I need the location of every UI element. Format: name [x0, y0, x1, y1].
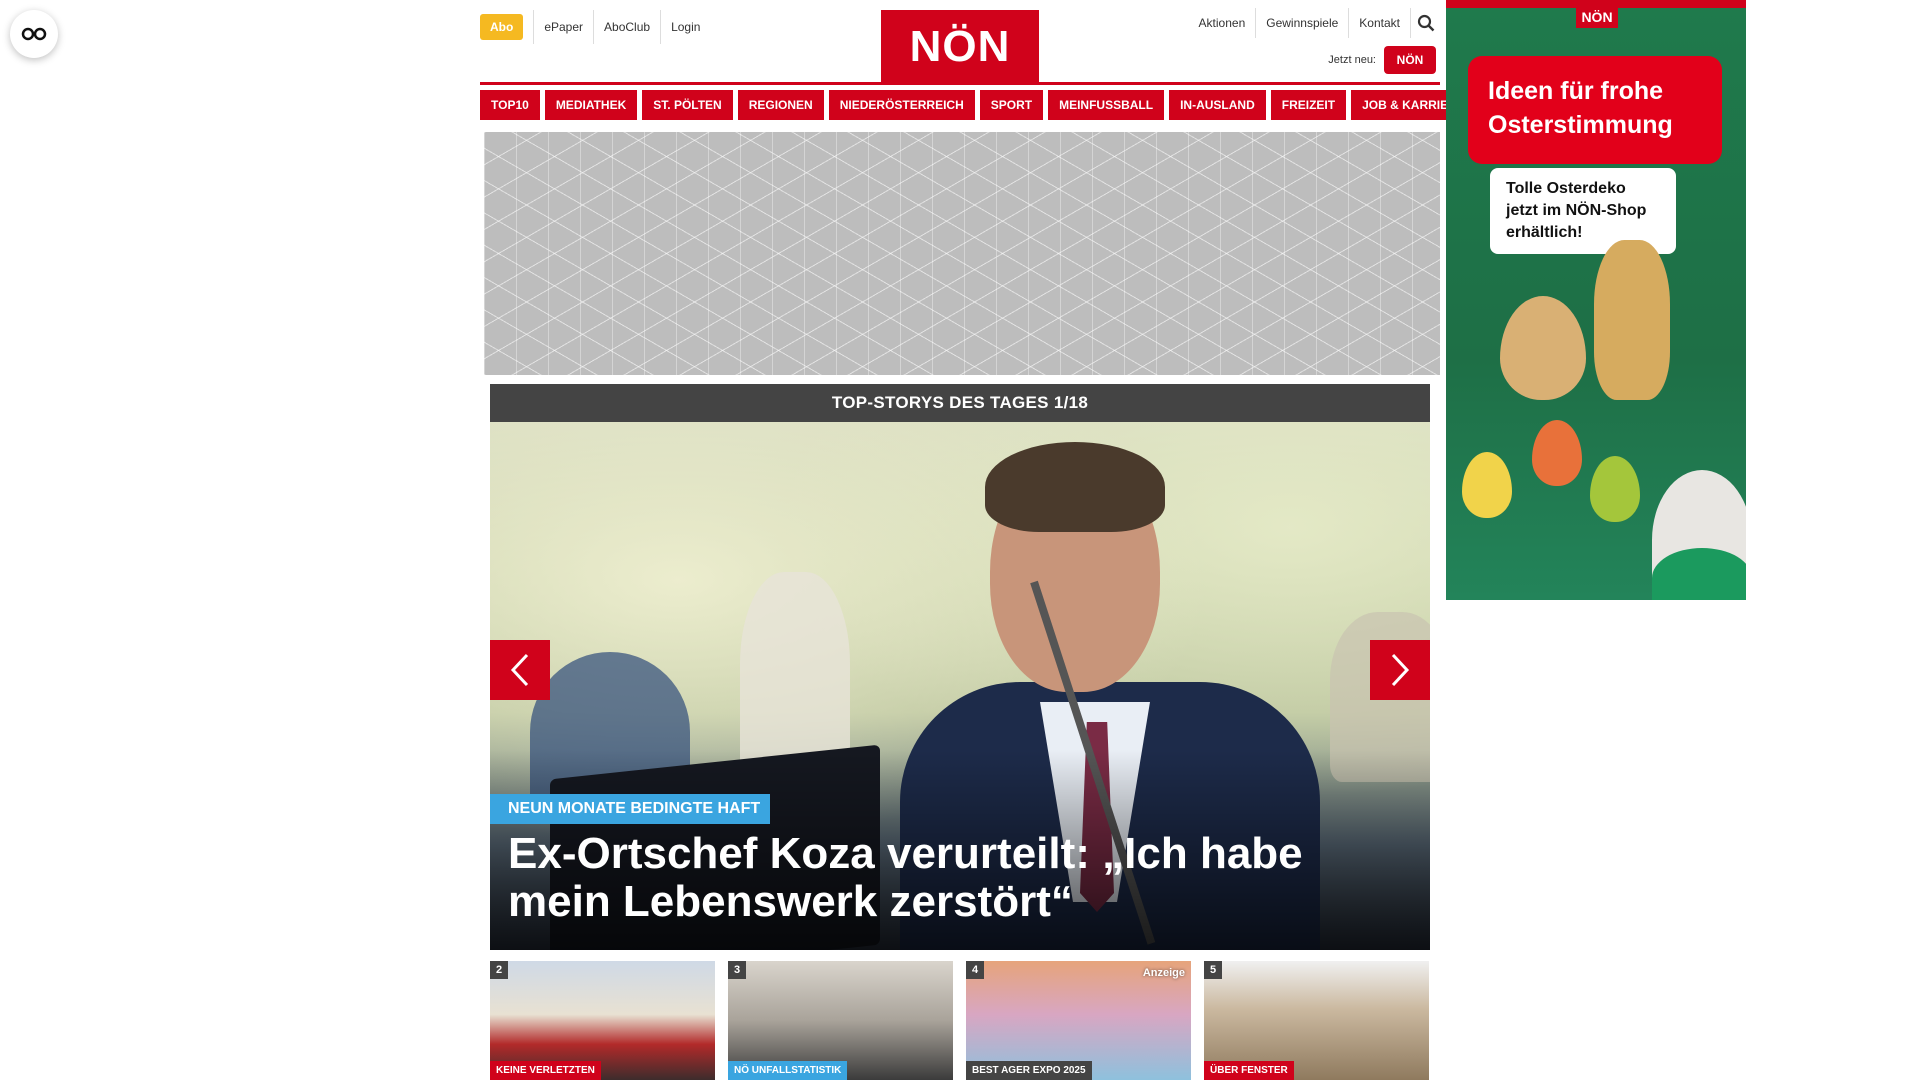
- abo-button[interactable]: Abo: [480, 14, 524, 40]
- story-thumb[interactable]: 5 ÜBER FENSTER: [1204, 961, 1429, 1080]
- nav-item-in-ausland[interactable]: IN-AUSLAND: [1169, 90, 1266, 120]
- main-nav: TOP10 MEDIATHEK ST. PÖLTEN REGIONEN NIED…: [480, 90, 1476, 120]
- story-number: 4: [966, 961, 984, 979]
- jetzt-neu: Jetzt neu: NÖN: [1328, 46, 1436, 74]
- epaper-link[interactable]: ePaper: [533, 10, 593, 44]
- jetzt-neu-label: Jetzt neu:: [1328, 54, 1376, 66]
- aktionen-link[interactable]: Aktionen: [1189, 8, 1256, 38]
- top-story-image[interactable]: NEUN MONATE BEDINGTE HAFT Ex-Ortschef Ko…: [490, 422, 1430, 950]
- ad-banner-placeholder[interactable]: [484, 132, 1440, 375]
- easter-egg-decoration: [1500, 296, 1586, 400]
- rabbit-pot: [1652, 548, 1746, 600]
- gewinnspiele-link[interactable]: Gewinnspiele: [1255, 8, 1348, 38]
- kids-logo[interactable]: NÖN: [1384, 46, 1436, 74]
- story-thumb[interactable]: 3 NÖ UNFALLSTATISTIK: [728, 961, 953, 1080]
- ad-subline: Tolle Osterdeko jetzt im NÖN-Shop erhält…: [1490, 168, 1676, 254]
- story-tag: ÜBER FENSTER: [1204, 1061, 1294, 1080]
- header: Abo ePaper AboClub Login NÖN Aktionen Ge…: [480, 0, 1440, 84]
- story-thumb[interactable]: 4 Anzeige BEST AGER EXPO 2025: [966, 961, 1191, 1080]
- nav-item-sport[interactable]: SPORT: [979, 90, 1044, 120]
- story-number: 3: [728, 961, 746, 979]
- nav-item-meinfussball[interactable]: MEINFUSSBALL: [1048, 90, 1165, 120]
- login-link[interactable]: Login: [660, 10, 710, 44]
- glasses-icon: [21, 27, 47, 41]
- top-stories-slider: TOP-STORYS DES TAGES 1/18 NEUN MONATE BE…: [490, 384, 1430, 950]
- ad-label: Anzeige: [1142, 967, 1185, 979]
- easter-egg-decoration: [1590, 456, 1640, 522]
- search-icon[interactable]: [1410, 8, 1440, 38]
- bunny-decoration: [1594, 240, 1670, 400]
- nav-item-freizeit[interactable]: FREIZEIT: [1270, 90, 1347, 120]
- page: Abo ePaper AboClub Login NÖN Aktionen Ge…: [480, 0, 1476, 1080]
- slider-prev-button[interactable]: [490, 640, 550, 700]
- story-number: 2: [490, 961, 508, 979]
- slider-next-button[interactable]: [1370, 640, 1430, 700]
- accessibility-button[interactable]: [10, 10, 58, 58]
- ad-headline: Ideen für frohe Osterstimmung: [1468, 56, 1722, 164]
- easter-egg-decoration: [1532, 420, 1582, 486]
- easter-egg-decoration: [1462, 452, 1512, 518]
- story-tag: BEST AGER EXPO 2025: [966, 1061, 1092, 1080]
- nav-item-st-poelten[interactable]: ST. PÖLTEN: [642, 90, 733, 120]
- kontakt-link[interactable]: Kontakt: [1348, 8, 1410, 38]
- nav-item-mediathek[interactable]: MEDIATHEK: [544, 90, 638, 120]
- site-logo[interactable]: NÖN: [881, 10, 1039, 84]
- top-story-kicker: NEUN MONATE BEDINGTE HAFT: [490, 794, 771, 824]
- top-nav-left: Abo ePaper AboClub Login: [480, 10, 710, 44]
- ad-logo: NÖN: [1576, 6, 1618, 28]
- story-tag: NÖ UNFALLSTATISTIK: [728, 1061, 848, 1080]
- top-story-headline[interactable]: Ex-Ortschef Koza verurteilt: „Ich habe m…: [508, 830, 1408, 926]
- sidebar-ad[interactable]: NÖN Ideen für frohe Osterstimmung Tolle …: [1446, 0, 1746, 600]
- nav-item-top10[interactable]: TOP10: [480, 90, 540, 120]
- nav-item-regionen[interactable]: REGIONEN: [737, 90, 824, 120]
- chevron-left-icon: [510, 653, 529, 687]
- story-thumb[interactable]: 2 KEINE VERLETZTEN: [490, 961, 715, 1080]
- story-thumbnails: 2 KEINE VERLETZTEN 3 NÖ UNFALLSTATISTIK …: [490, 961, 1430, 1080]
- header-divider: [480, 82, 1440, 85]
- story-tag: KEINE VERLETZTEN: [490, 1061, 601, 1080]
- story-number: 5: [1204, 961, 1222, 979]
- aboclub-link[interactable]: AboClub: [593, 10, 660, 44]
- nav-item-niederoesterreich[interactable]: NIEDERÖSTERREICH: [828, 90, 975, 120]
- top-stories-header: TOP-STORYS DES TAGES 1/18: [490, 384, 1430, 422]
- person-hair: [985, 442, 1165, 532]
- top-nav-right: Aktionen Gewinnspiele Kontakt: [1189, 8, 1440, 38]
- chevron-right-icon: [1391, 653, 1410, 687]
